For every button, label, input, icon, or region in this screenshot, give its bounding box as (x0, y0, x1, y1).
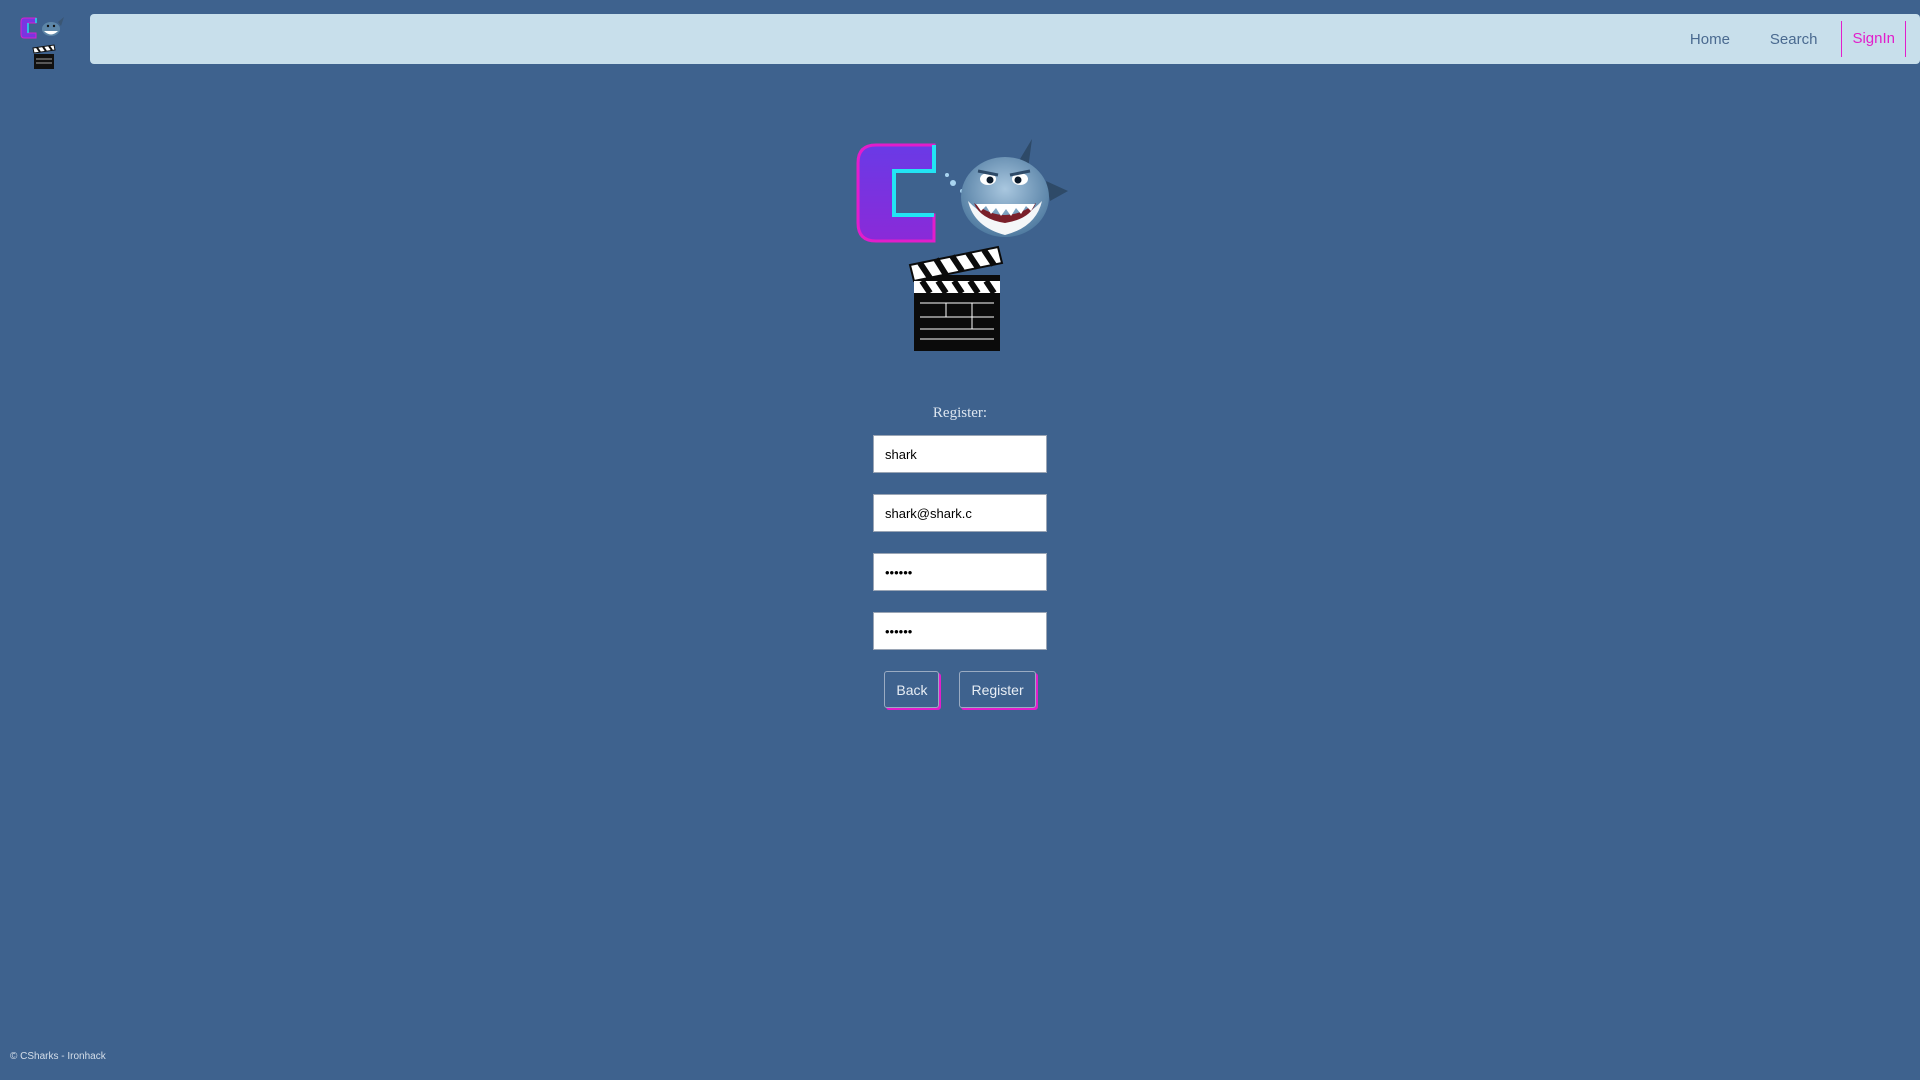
nav-links: Home Search SignIn (1670, 14, 1906, 64)
csharks-logo-icon (856, 139, 1068, 351)
navbar: Home Search SignIn (90, 14, 1920, 64)
confirm-password-field[interactable] (873, 612, 1047, 650)
password-field[interactable] (873, 553, 1047, 591)
nav-search-link[interactable]: Search (1750, 31, 1838, 48)
register-form: Register: Back Register (873, 405, 1047, 708)
header-logo[interactable] (18, 14, 74, 72)
footer-copyright: © CSharks - Ironhack (10, 1051, 106, 1062)
back-button[interactable]: Back (884, 671, 940, 708)
nav-home-link[interactable]: Home (1670, 31, 1750, 48)
clapperboard-icon (908, 245, 1004, 351)
nav-signin-link[interactable]: SignIn (1841, 21, 1906, 57)
register-button[interactable]: Register (959, 671, 1036, 708)
csharks-logo-icon (20, 17, 64, 69)
form-buttons: Back Register (873, 671, 1047, 708)
username-field[interactable] (873, 435, 1047, 473)
form-title: Register: (932, 405, 988, 421)
email-field[interactable] (873, 494, 1047, 532)
main-logo (850, 135, 1075, 365)
